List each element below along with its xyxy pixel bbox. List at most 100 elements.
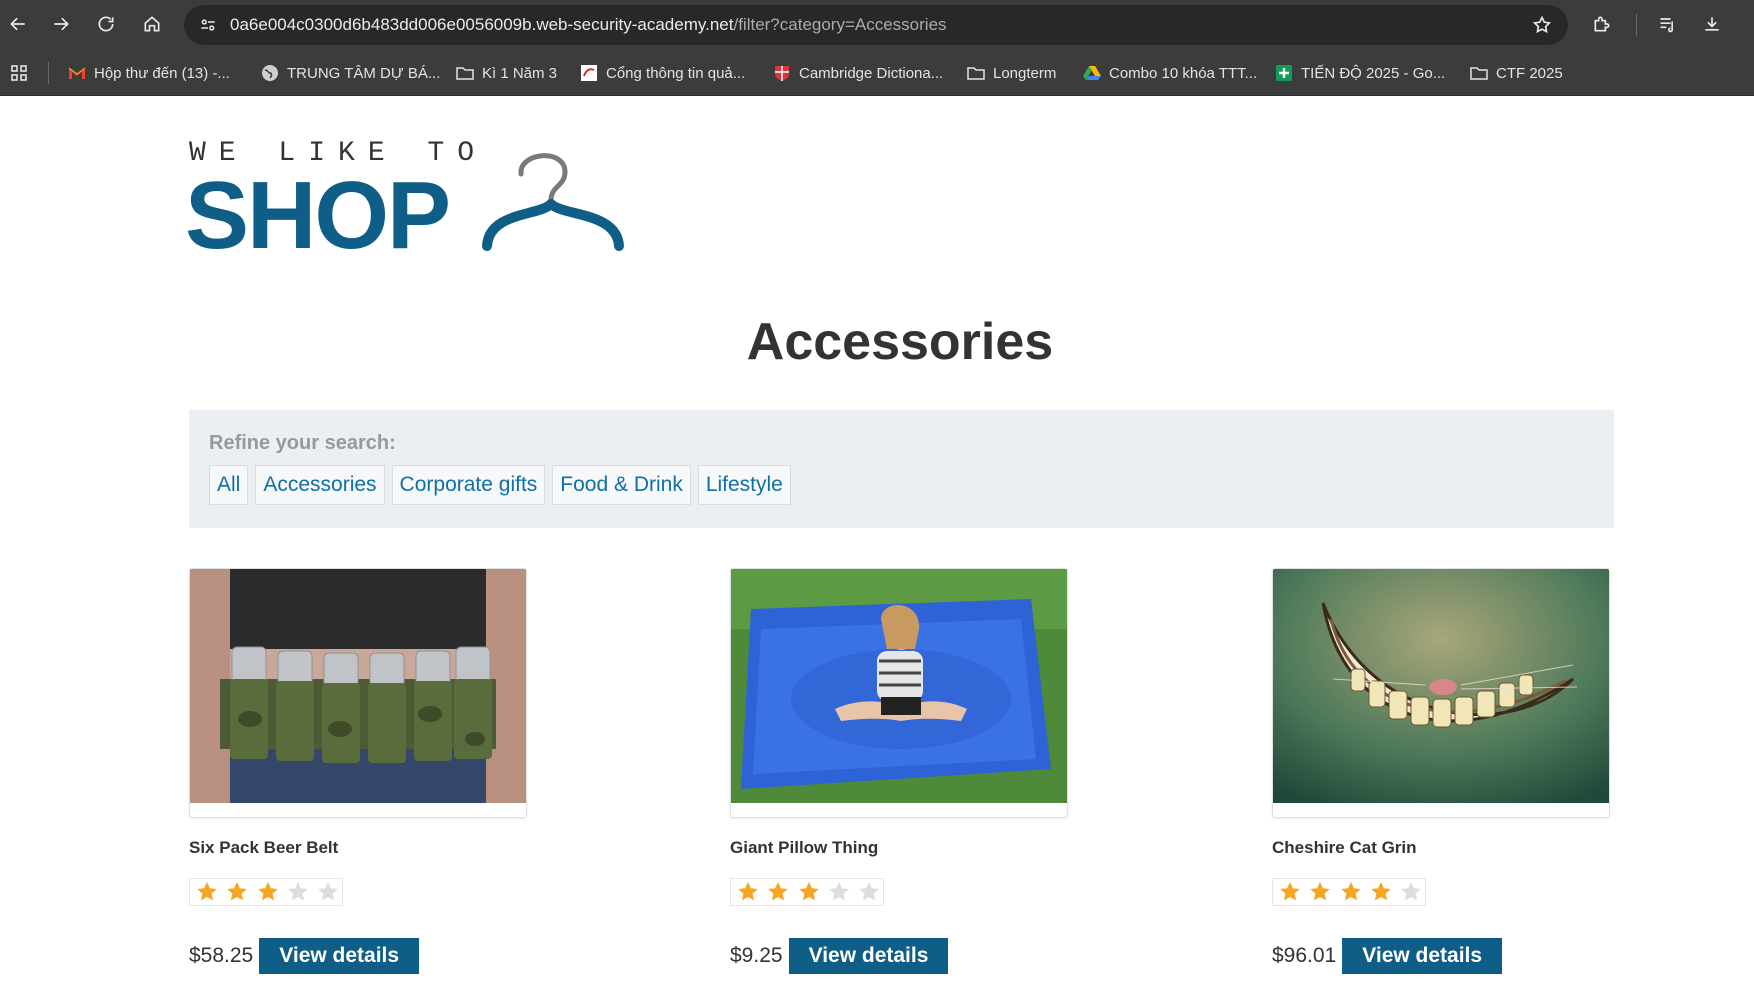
- portal-icon: [580, 64, 598, 82]
- refine-label: Refine your search:: [209, 432, 396, 454]
- view-details-button[interactable]: View details: [788, 938, 949, 974]
- bookmark-gmail[interactable]: Hộp thư đến (13) -...: [68, 50, 230, 96]
- bookmark-longterm[interactable]: Longterm: [967, 50, 1056, 96]
- product-image[interactable]: [189, 568, 527, 818]
- bookmark-label: CTF 2025: [1496, 64, 1563, 82]
- star-filled-icon: [254, 878, 281, 906]
- gmail-icon: [68, 64, 86, 82]
- star-filled-icon: [1276, 878, 1303, 906]
- reload-icon: [98, 16, 114, 32]
- star-rating: [189, 878, 343, 906]
- star-filled-icon: [223, 878, 250, 906]
- folder-icon: [967, 64, 985, 82]
- product-card: Six Pack Beer Belt $58.25 View details: [189, 568, 527, 974]
- url-host: 0a6e004c0300d6b483dd006e0056009b.web-sec…: [230, 15, 734, 34]
- product-price: $96.01: [1272, 944, 1337, 967]
- bookmarks-bar: Hộp thư đến (13) -... TRUNG TÂM DỰ BÁ...…: [0, 50, 1754, 96]
- star-filled-icon: [193, 878, 220, 906]
- star-empty-icon: [856, 878, 883, 906]
- forward-button[interactable]: [45, 8, 77, 40]
- bookmark-label: Combo 10 khóa TTT...: [1109, 64, 1258, 82]
- beer-belt-image: [190, 569, 526, 803]
- cambridge-icon: [773, 64, 791, 82]
- category-filters: All Accessories Corporate gifts Food & D…: [209, 465, 791, 505]
- reading-list-button[interactable]: [1652, 8, 1684, 40]
- downloads-button[interactable]: [1696, 8, 1728, 40]
- product-name: Six Pack Beer Belt: [189, 838, 339, 857]
- filter-corporate-gifts[interactable]: Corporate gifts: [391, 465, 546, 505]
- bookmark-tien-do[interactable]: TIẾN ĐỘ 2025 - Go...: [1275, 50, 1445, 96]
- shop-logo[interactable]: WE LIKE TO SHOP: [185, 138, 629, 264]
- sheets-icon: [1275, 64, 1293, 82]
- bookmarks-divider: [48, 62, 49, 84]
- home-button[interactable]: [136, 8, 168, 40]
- product-image[interactable]: [730, 568, 1068, 818]
- product-price: $58.25: [189, 944, 254, 967]
- star-filled-icon: [734, 878, 761, 906]
- logo-wordmark: SHOP: [185, 162, 451, 269]
- star-filled-icon: [764, 878, 791, 906]
- address-bar[interactable]: 0a6e004c0300d6b483dd006e0056009b.web-sec…: [184, 5, 1568, 45]
- filter-accessories[interactable]: Accessories: [255, 465, 385, 505]
- puzzle-icon: [1594, 16, 1610, 32]
- bookmark-ki-1[interactable]: Kì 1 Năm 3: [456, 50, 557, 96]
- toolbar-divider: [1636, 14, 1637, 36]
- apps-grid-icon: [10, 64, 28, 82]
- bookmark-trung-tam[interactable]: TRUNG TÂM DỰ BÁ...: [261, 50, 440, 96]
- bookmark-label: Hộp thư đến (13) -...: [94, 64, 230, 82]
- home-icon: [144, 16, 160, 32]
- cheshire-grin-image: [1273, 569, 1609, 803]
- arrow-right-icon: [54, 17, 69, 31]
- bookmark-label: Longterm: [993, 64, 1057, 82]
- filter-lifestyle[interactable]: Lifestyle: [697, 465, 791, 505]
- product-name: Giant Pillow Thing: [730, 838, 879, 857]
- url-path: /filter?category=Accessories: [733, 15, 947, 34]
- view-details-button[interactable]: View details: [1342, 938, 1503, 974]
- product-price: $9.25: [730, 944, 783, 967]
- star-empty-icon: [284, 878, 311, 906]
- star-filled-icon: [795, 878, 822, 906]
- arrow-left-icon: [10, 17, 25, 31]
- extensions-button[interactable]: [1586, 8, 1618, 40]
- folder-icon: [456, 64, 474, 82]
- hanger-icon: [482, 153, 624, 251]
- filter-food-drink[interactable]: Food & Drink: [552, 465, 691, 505]
- url-text[interactable]: 0a6e004c0300d6b483dd006e0056009b.web-sec…: [230, 5, 947, 45]
- bookmark-label: Kì 1 Năm 3: [482, 64, 558, 82]
- apps-button[interactable]: [10, 50, 28, 96]
- bookmark-label: Cổng thông tin quả...: [606, 64, 746, 82]
- bookmark-label: TIẾN ĐỘ 2025 - Go...: [1301, 64, 1446, 82]
- drive-icon: [1083, 64, 1101, 82]
- bookmark-cambridge[interactable]: Cambridge Dictiona...: [773, 50, 943, 96]
- site-info-icon[interactable]: [194, 11, 222, 39]
- bookmark-ctf[interactable]: CTF 2025: [1470, 50, 1563, 96]
- reload-button[interactable]: [90, 8, 122, 40]
- star-filled-icon: [1337, 878, 1364, 906]
- star-filled-icon: [1306, 878, 1333, 906]
- product-card: Giant Pillow Thing $9.25 View details: [730, 568, 1068, 974]
- back-button[interactable]: [2, 8, 34, 40]
- bookmark-star-icon[interactable]: [1528, 11, 1556, 39]
- globe-icon: [261, 64, 279, 82]
- bookmark-cong-thong-tin[interactable]: Cổng thông tin quả...: [580, 50, 745, 96]
- product-name: Cheshire Cat Grin: [1272, 838, 1417, 857]
- star-filled-icon: [1367, 878, 1394, 906]
- product-card: Cheshire Cat Grin $96.01 View details: [1272, 568, 1610, 974]
- page-title: Accessories: [746, 313, 1054, 371]
- giant-pillow-image: [731, 569, 1067, 803]
- folder-icon: [1470, 64, 1488, 82]
- star-empty-icon: [315, 878, 342, 906]
- filter-all[interactable]: All: [209, 465, 249, 505]
- bookmark-label: Cambridge Dictiona...: [799, 64, 944, 82]
- filter-panel: Refine your search: All Accessories Corp…: [189, 410, 1614, 528]
- bookmark-label: TRUNG TÂM DỰ BÁ...: [287, 64, 441, 82]
- view-details-button[interactable]: View details: [259, 938, 420, 974]
- star-empty-icon: [825, 878, 852, 906]
- star-rating: [1272, 878, 1426, 906]
- download-icon: [1705, 17, 1719, 31]
- star-empty-icon: [1398, 878, 1425, 906]
- reading-list-icon: [1660, 18, 1673, 33]
- browser-toolbar: 0a6e004c0300d6b483dd006e0056009b.web-sec…: [0, 0, 1754, 50]
- bookmark-combo[interactable]: Combo 10 khóa TTT...: [1083, 50, 1257, 96]
- product-image[interactable]: [1272, 568, 1610, 818]
